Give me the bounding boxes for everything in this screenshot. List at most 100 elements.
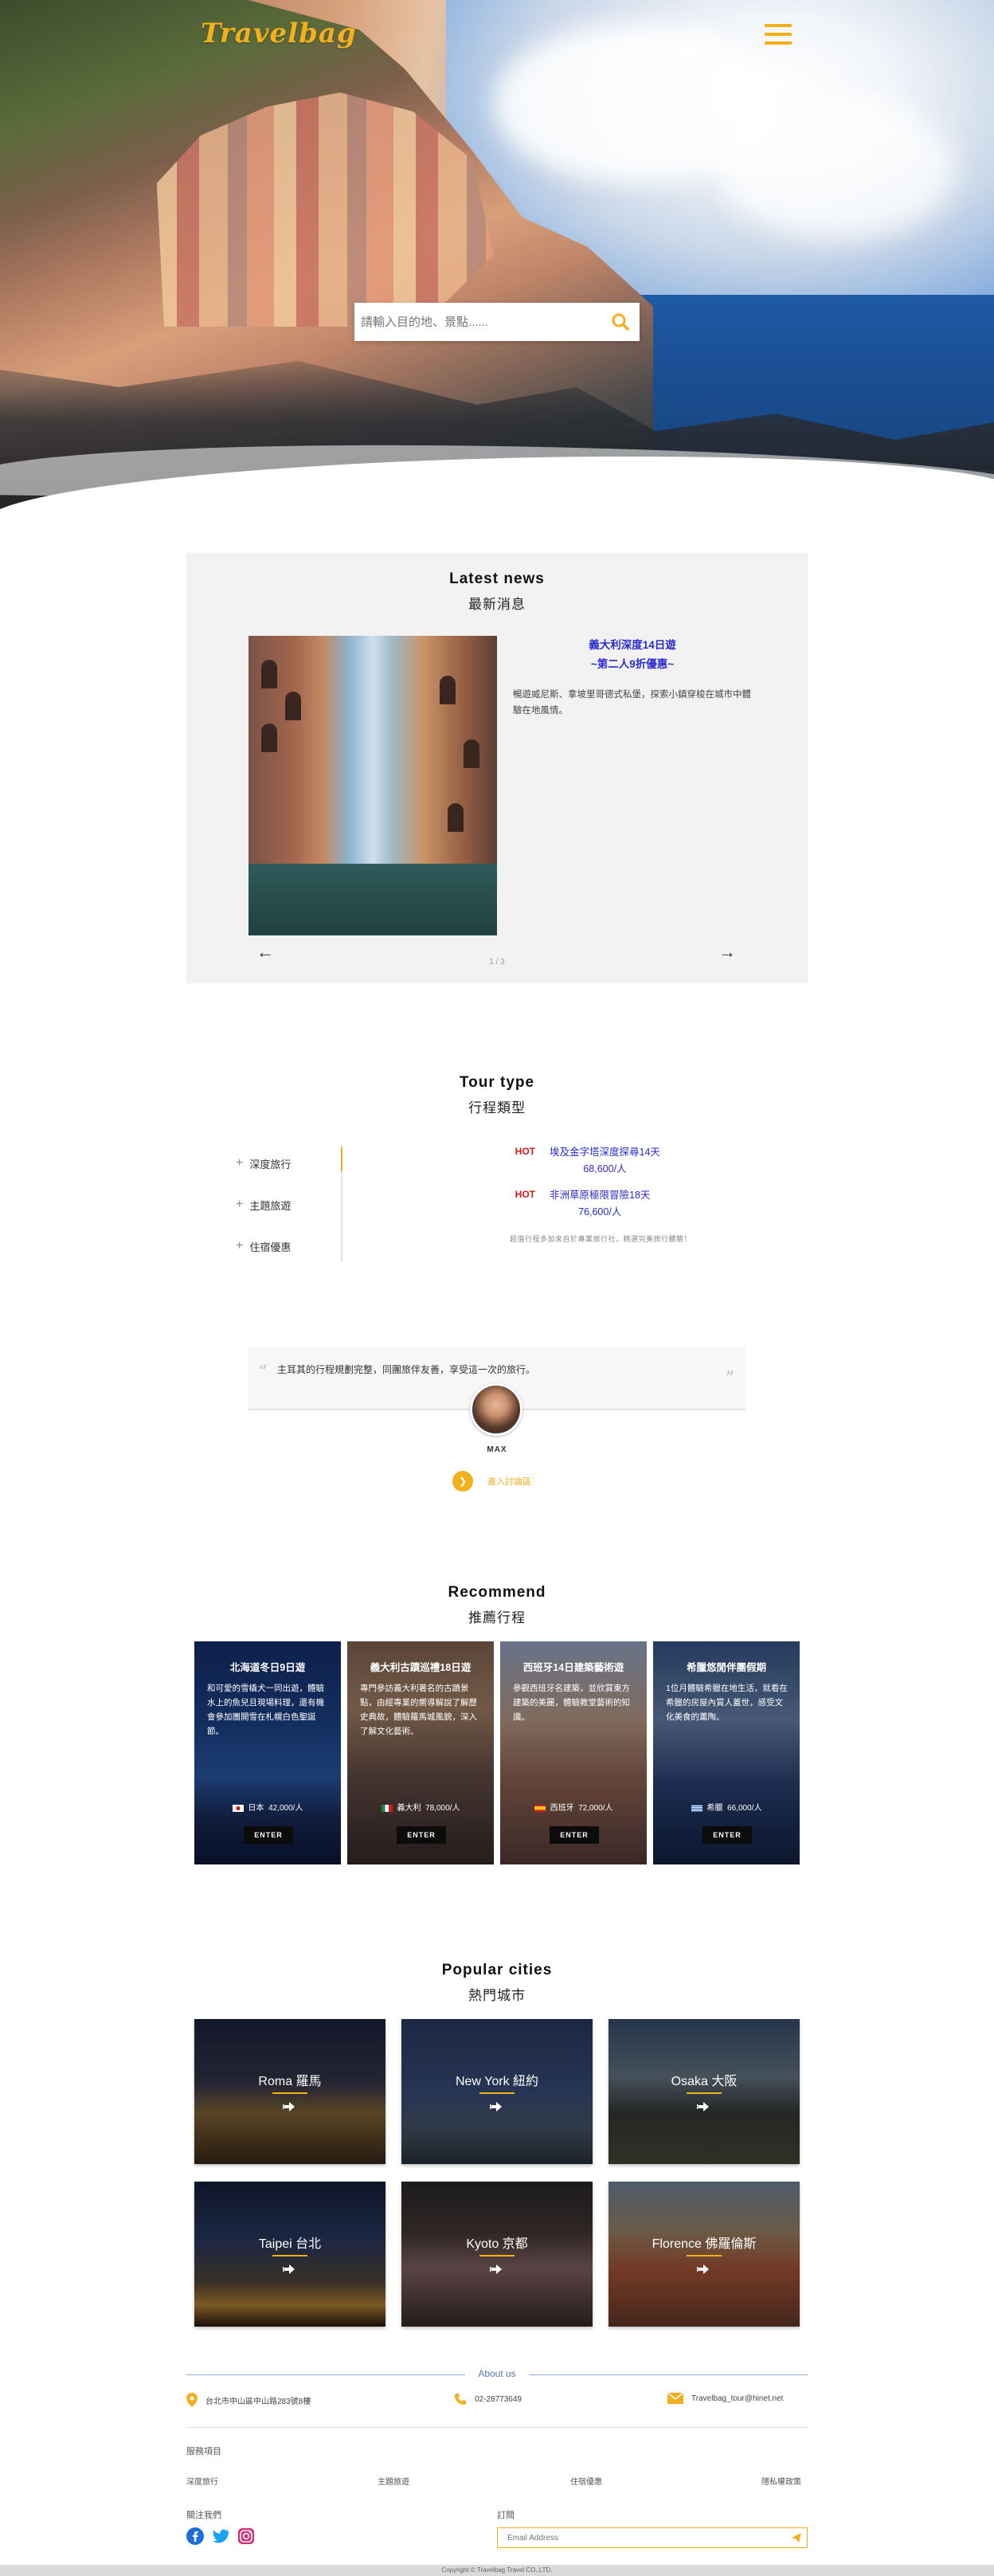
- city-card-kyoto[interactable]: Kyoto 京都: [401, 2182, 593, 2327]
- recommend-card-country: 義大利: [397, 1804, 421, 1813]
- city-card-new-york[interactable]: New York 紐約: [401, 2019, 593, 2164]
- enter-icon: [283, 2264, 295, 2274]
- tour-offer-price: 68,600/人: [583, 1163, 627, 1174]
- enter-icon: [283, 2102, 295, 2111]
- news-photo[interactable]: [248, 636, 497, 935]
- greece-flag-icon: [691, 1804, 702, 1812]
- recommend-card-price-value: 42,000/人: [268, 1804, 303, 1813]
- service-link[interactable]: 住宿優惠: [570, 2475, 602, 2487]
- tour-category-label: 主題旅遊: [249, 1199, 292, 1212]
- contact-phone: 02-28773649: [454, 2393, 522, 2405]
- enter-button[interactable]: ENTER: [244, 1826, 293, 1844]
- instagram-icon[interactable]: [237, 2527, 255, 2545]
- destination-search-input[interactable]: [354, 303, 601, 341]
- recommend-title-en: Recommend: [448, 1584, 546, 1601]
- enter-button[interactable]: ENTER: [397, 1826, 446, 1844]
- news-body: 暢遊威尼斯、拿坡里哥德式私堡，探索小鎮穿梭在城市中體驗在地風情。: [513, 690, 751, 716]
- city-name: Roma 羅馬: [258, 2075, 322, 2088]
- tour-category-item[interactable]: + 主題旅遊: [236, 1184, 342, 1225]
- privacy-policy-link[interactable]: 隱私權政策: [761, 2475, 801, 2487]
- send-icon[interactable]: [786, 2528, 807, 2547]
- tour-divider: [341, 1144, 342, 1262]
- tour-category-item[interactable]: + 深度旅行: [236, 1143, 342, 1184]
- tour-active-indicator: [341, 1147, 342, 1171]
- plus-icon: +: [236, 1198, 244, 1211]
- city-name: Taipei 台北: [258, 2237, 322, 2251]
- news-heading: Latest news 最新消息: [186, 570, 808, 613]
- tour-offer[interactable]: HOT 埃及金字塔深度探尋14天 68,600/人: [494, 1144, 828, 1178]
- recommend-card[interactable]: 希臘悠閒伴團假期 1位月體驗希臘在地生活，就看在希臘的房屋內賞人蓋世，感受文化美…: [653, 1641, 800, 1864]
- recommend-heading: Recommend 推薦行程: [0, 1584, 994, 1626]
- facebook-icon[interactable]: [186, 2527, 204, 2545]
- chevron-right-icon: ❯: [452, 1471, 473, 1492]
- recommend-title-zh: 推薦行程: [468, 1610, 526, 1625]
- tour-type-title-zh: 行程類型: [468, 1100, 526, 1115]
- japan-flag-icon: [232, 1804, 244, 1812]
- forum-label: 進入討論區: [487, 1477, 531, 1487]
- recommend-card-title: 北海道冬日9日遊: [229, 1662, 306, 1673]
- news-article: 義大利深度14日遊 ~第二人9折優惠~ 暢遊威尼斯、拿坡里哥德式私堡，探索小鎮穿…: [513, 636, 752, 719]
- recommend-card-country: 西班牙: [550, 1804, 574, 1813]
- tour-offer-name: 非洲草原極限冒險18天: [550, 1190, 651, 1201]
- email-text[interactable]: Travelbag_tour@hinet.net: [691, 2394, 783, 2403]
- mail-icon: [667, 2393, 683, 2404]
- services-heading: 服務項目: [186, 2447, 221, 2456]
- recommend-card[interactable]: 西班牙14日建築藝術遊 參觀西班牙名建築，並欣賞東方建築的美麗，體驗教堂藝術的知…: [500, 1641, 647, 1864]
- enter-icon: [697, 2102, 709, 2111]
- city-card-roma[interactable]: Roma 羅馬: [194, 2019, 385, 2164]
- enter-button[interactable]: ENTER: [550, 1826, 599, 1844]
- hot-badge: HOT: [515, 1146, 535, 1157]
- phone-text: 02-28773649: [475, 2394, 522, 2404]
- site-logo[interactable]: Travelbag: [201, 18, 357, 49]
- plus-icon: +: [236, 1239, 244, 1253]
- twitter-icon[interactable]: [212, 2527, 229, 2545]
- hero-search-bar: [354, 303, 640, 341]
- enter-forum-link[interactable]: ❯ 進入討論區: [452, 1471, 531, 1492]
- news-headline[interactable]: 義大利深度14日遊 ~第二人9折優惠~: [513, 636, 752, 674]
- about-us-label: About us: [478, 2368, 516, 2379]
- recommend-card[interactable]: 北海道冬日9日遊 和可愛的雪橇犬一同出遊，體驗水上的魚兒且現場料理，還有機會參加…: [194, 1641, 341, 1864]
- social-links: [186, 2527, 263, 2545]
- recommend-card-price: 日本 42,000/人: [194, 1801, 341, 1813]
- search-icon[interactable]: [601, 303, 640, 341]
- cities-title-zh: 熱門城市: [468, 1988, 526, 2003]
- service-link[interactable]: 深度旅行: [186, 2475, 218, 2487]
- testimonial-author: MAX: [487, 1445, 507, 1454]
- news-headline-line2: ~第二人9折優惠~: [590, 658, 675, 670]
- city-card-osaka[interactable]: Osaka 大阪: [609, 2019, 800, 2164]
- enter-button[interactable]: ENTER: [702, 1826, 752, 1844]
- tour-type-title-en: Tour type: [459, 1074, 535, 1091]
- recommend-card-desc: 專門參訪義大利著名的古蹟景點，由經專業的嚮導解說了解歷史典故，體驗羅馬城風貌，深…: [360, 1684, 477, 1736]
- tour-category-item[interactable]: + 住宿優惠: [236, 1225, 342, 1267]
- recommend-card[interactable]: 義大利古蹟巡禮18日遊 專門參訪義大利著名的古蹟景點，由經專業的嚮導解說了解歷史…: [347, 1641, 494, 1864]
- hamburger-menu-icon[interactable]: [765, 24, 792, 46]
- tour-offer[interactable]: HOT 非洲草原極限冒險18天 76,600/人: [494, 1187, 828, 1221]
- recommend-card-title: 義大利古蹟巡禮18日遊: [370, 1662, 472, 1673]
- service-link[interactable]: 主題旅遊: [378, 2475, 409, 2487]
- subscribe-email-input[interactable]: [498, 2528, 786, 2547]
- cities-heading: Popular cities 熱門城市: [0, 1962, 994, 2004]
- spain-flag-icon: [534, 1804, 546, 1812]
- enter-icon: [490, 2102, 502, 2111]
- recommend-card-desc: 和可愛的雪橇犬一同出遊，體驗水上的魚兒且現場料理，還有機會參加團開雪在札幌白色聖…: [207, 1684, 324, 1736]
- hero-cloud: [717, 96, 956, 239]
- page: Travelbag Latest news 最新消息 義大利: [0, 0, 994, 2576]
- address-text: 台北市中山區中山路283號8樓: [205, 2397, 311, 2406]
- hero-banner: Travelbag: [0, 0, 994, 526]
- recommend-card-country: 希臘: [706, 1804, 723, 1813]
- city-name: Kyoto 京都: [466, 2237, 528, 2251]
- subscribe-heading: 訂閱: [497, 2511, 515, 2520]
- news-title-en: Latest news: [449, 570, 545, 587]
- contact-address: 台北市中山區中山路283號8樓: [186, 2393, 311, 2407]
- city-card-florence[interactable]: Florence 佛羅倫斯: [609, 2182, 800, 2327]
- news-pager: 1 / 3: [489, 958, 505, 966]
- recommend-card-title: 希臘悠閒伴團假期: [686, 1662, 766, 1673]
- recommend-card-desc: 參觀西班牙名建築，並欣賞東方建築的美麗，體驗教堂藝術的知識。: [513, 1684, 630, 1722]
- cities-grid: Roma 羅馬 New York 紐約 Osaka 大阪 Taipei 台北 K…: [194, 2019, 800, 2327]
- recommend-card-title: 西班牙14日建築藝術遊: [522, 1662, 624, 1673]
- tour-category-list: + 深度旅行 + 主題旅遊 + 住宿優惠: [236, 1143, 342, 1267]
- tour-offer-list: HOT 埃及金字塔深度探尋14天 68,600/人 HOT 非洲草原極限冒險18…: [494, 1144, 828, 1230]
- plus-icon: +: [236, 1156, 244, 1170]
- recommend-cards: 北海道冬日9日遊 和可愛的雪橇犬一同出遊，體驗水上的魚兒且現場料理，還有機會參加…: [194, 1641, 800, 1864]
- city-card-taipei[interactable]: Taipei 台北: [194, 2182, 385, 2327]
